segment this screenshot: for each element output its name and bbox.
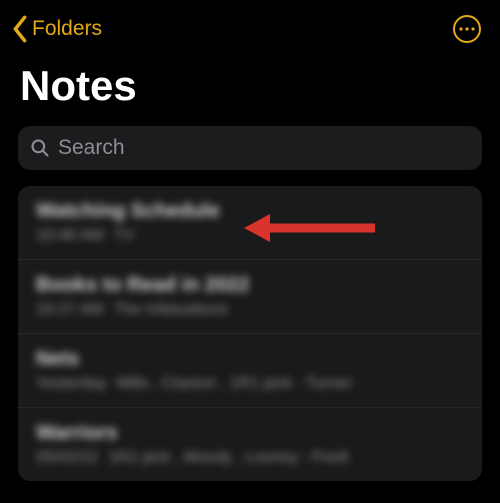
page-title: Notes: [0, 54, 500, 126]
note-preview: The Infatuations: [114, 301, 229, 318]
chevron-left-icon: [10, 15, 30, 43]
note-subtitle: 10:27 AM The Infatuations: [36, 301, 464, 319]
note-item[interactable]: Nets Yesterday Mills , Claxton , 1R1 pick …: [18, 334, 482, 408]
search-icon: [30, 138, 50, 158]
note-title: Watching Schedule: [36, 200, 464, 223]
more-button[interactable]: [452, 14, 482, 44]
note-preview: 1R2 pick , Moody , Looney - Poelt: [108, 449, 348, 466]
ellipsis-circle-icon: [452, 14, 482, 44]
notes-list: Watching Schedule 10:46 AM TV Books to Read…: [18, 186, 482, 481]
note-title: Books to Read in 2022: [36, 274, 464, 297]
note-subtitle: Yesterday Mills , Claxton , 1R1 pick - Tu…: [36, 375, 464, 393]
note-subtitle: 10:46 AM TV: [36, 227, 464, 245]
note-title: Warriors: [36, 422, 464, 445]
back-label: Folders: [32, 17, 102, 41]
nav-bar: Folders: [0, 0, 500, 54]
search-container: [18, 126, 482, 170]
note-time: Yesterday: [36, 375, 107, 392]
note-item[interactable]: Warriors 05/02/22 1R2 pick , Moody , Loone…: [18, 408, 482, 481]
note-time: 05/02/22: [36, 449, 98, 466]
note-preview: Mills , Claxton , 1R1 pick - Turner: [117, 375, 353, 392]
search-field[interactable]: [18, 126, 482, 170]
note-item[interactable]: Watching Schedule 10:46 AM TV: [18, 186, 482, 260]
note-time: 10:46 AM: [36, 227, 104, 244]
note-preview: TV: [114, 227, 134, 244]
note-subtitle: 05/02/22 1R2 pick , Moody , Looney - Poel…: [36, 449, 464, 467]
back-button[interactable]: Folders: [10, 15, 102, 43]
search-input[interactable]: [58, 136, 470, 160]
note-item[interactable]: Books to Read in 2022 10:27 AM The Infatua…: [18, 260, 482, 334]
note-title: Nets: [36, 348, 464, 371]
note-time: 10:27 AM: [36, 301, 104, 318]
